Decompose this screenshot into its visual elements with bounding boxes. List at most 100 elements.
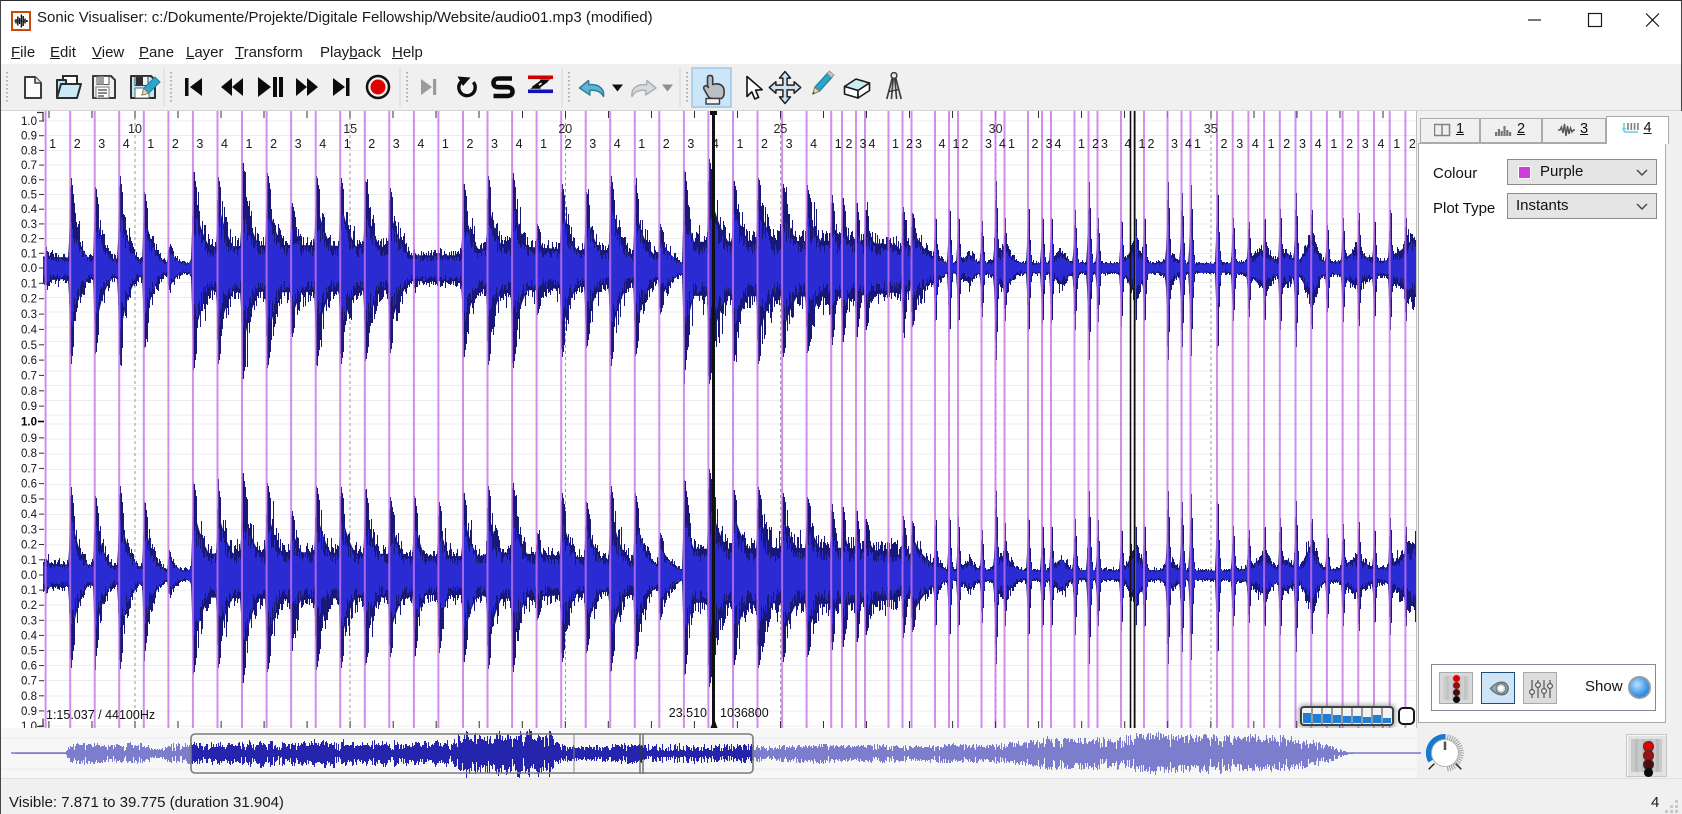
svg-text:2: 2 — [846, 137, 853, 151]
svg-text:1: 1 — [540, 137, 547, 151]
svg-text:0.6: 0.6 — [21, 355, 37, 367]
svg-text:0.0: 0.0 — [21, 263, 37, 275]
svg-text:1: 1 — [246, 137, 253, 151]
svg-text:3: 3 — [1101, 137, 1108, 151]
svg-text:2: 2 — [565, 137, 572, 151]
svg-text:1: 1 — [1268, 137, 1275, 151]
svg-text:4: 4 — [1055, 137, 1062, 151]
svg-text:0.1: 0.1 — [21, 248, 37, 260]
svg-text:3: 3 — [687, 137, 694, 151]
svg-text:3: 3 — [1299, 137, 1306, 151]
svg-text:1: 1 — [1078, 137, 1085, 151]
svg-text:2: 2 — [1283, 137, 1290, 151]
svg-text:0.4: 0.4 — [21, 630, 38, 642]
svg-text:3: 3 — [985, 137, 992, 151]
svg-text:3: 3 — [1362, 137, 1369, 151]
svg-text:0.2: 0.2 — [21, 540, 37, 552]
svg-text:3: 3 — [589, 137, 596, 151]
svg-text:3: 3 — [98, 137, 105, 151]
svg-text:4: 4 — [1315, 137, 1322, 151]
svg-text:3: 3 — [491, 137, 498, 151]
svg-text:0.2: 0.2 — [21, 294, 37, 306]
svg-text:0.2: 0.2 — [21, 600, 37, 612]
svg-text:2: 2 — [1092, 137, 1099, 151]
svg-text:0.6: 0.6 — [21, 479, 37, 491]
svg-text:2: 2 — [761, 137, 768, 151]
svg-text:2: 2 — [663, 137, 670, 151]
svg-text:23.510: 23.510 — [669, 706, 707, 720]
svg-text:0.9: 0.9 — [21, 433, 37, 445]
svg-text:0.2: 0.2 — [21, 234, 37, 246]
svg-text:4: 4 — [516, 137, 523, 151]
svg-text:0.4: 0.4 — [21, 509, 38, 521]
svg-text:1: 1 — [638, 137, 645, 151]
svg-text:0.6: 0.6 — [21, 661, 37, 673]
svg-text:1: 1 — [1008, 137, 1015, 151]
svg-text:0.4: 0.4 — [21, 204, 38, 216]
svg-text:3: 3 — [915, 137, 922, 151]
svg-text:0.9: 0.9 — [21, 401, 37, 413]
svg-text:1.0: 1.0 — [21, 116, 37, 128]
svg-text:0.9: 0.9 — [21, 706, 37, 718]
svg-text:0.4: 0.4 — [21, 324, 38, 336]
svg-text:0.5: 0.5 — [21, 646, 37, 658]
svg-text:35: 35 — [1204, 122, 1218, 136]
svg-text:2: 2 — [1221, 137, 1228, 151]
svg-text:0.9: 0.9 — [21, 131, 37, 143]
svg-text:4: 4 — [1185, 137, 1192, 151]
svg-text:4: 4 — [221, 137, 228, 151]
svg-text:1: 1 — [1139, 137, 1146, 151]
svg-text:0.5: 0.5 — [21, 340, 37, 352]
svg-text:2: 2 — [1148, 137, 1155, 151]
svg-text:4: 4 — [417, 137, 424, 151]
svg-text:1: 1 — [147, 137, 154, 151]
svg-text:2: 2 — [1409, 137, 1416, 151]
svg-text:25: 25 — [773, 122, 787, 136]
svg-text:1: 1 — [49, 137, 56, 151]
svg-text:3: 3 — [393, 137, 400, 151]
svg-text:1: 1 — [953, 137, 960, 151]
svg-text:30: 30 — [989, 122, 1003, 136]
svg-text:0.1: 0.1 — [21, 555, 37, 567]
svg-text:2: 2 — [74, 137, 81, 151]
svg-text:1.0: 1.0 — [21, 417, 37, 429]
svg-text:2: 2 — [368, 137, 375, 151]
svg-text:0.5: 0.5 — [21, 190, 37, 202]
svg-text:4: 4 — [1252, 137, 1259, 151]
svg-text:0.8: 0.8 — [21, 691, 37, 703]
svg-text:0.3: 0.3 — [21, 219, 37, 231]
svg-text:0.7: 0.7 — [21, 160, 37, 172]
svg-text:0.1: 0.1 — [21, 278, 37, 290]
svg-text:1: 1 — [442, 137, 449, 151]
svg-text:1: 1 — [1393, 137, 1400, 151]
svg-text:1:15.037 / 44100Hz: 1:15.037 / 44100Hz — [46, 708, 155, 722]
svg-text:3: 3 — [860, 137, 867, 151]
svg-text:0.7: 0.7 — [21, 370, 37, 382]
svg-text:1: 1 — [892, 137, 899, 151]
svg-text:4: 4 — [869, 137, 876, 151]
svg-text:4: 4 — [123, 137, 130, 151]
svg-text:2: 2 — [1346, 137, 1353, 151]
svg-text:10: 10 — [128, 122, 142, 136]
svg-text:3: 3 — [1046, 137, 1053, 151]
svg-text:0.7: 0.7 — [21, 676, 37, 688]
svg-text:15: 15 — [343, 122, 357, 136]
svg-text:2: 2 — [906, 137, 913, 151]
svg-text:0.6: 0.6 — [21, 175, 37, 187]
svg-text:1.0: 1.0 — [21, 721, 37, 728]
svg-text:0.3: 0.3 — [21, 524, 37, 536]
svg-text:0.7: 0.7 — [21, 463, 37, 475]
svg-text:1: 1 — [344, 137, 351, 151]
svg-text:4: 4 — [999, 137, 1006, 151]
svg-text:1: 1 — [737, 137, 744, 151]
svg-text:2: 2 — [270, 137, 277, 151]
svg-text:3: 3 — [1236, 137, 1243, 151]
svg-text:4: 4 — [1378, 137, 1385, 151]
svg-text:20: 20 — [558, 122, 572, 136]
svg-text:3: 3 — [786, 137, 793, 151]
svg-text:4: 4 — [319, 137, 326, 151]
svg-text:0.8: 0.8 — [21, 448, 37, 460]
svg-text:0.8: 0.8 — [21, 145, 37, 157]
svg-text:3: 3 — [1171, 137, 1178, 151]
svg-text:1: 1 — [1330, 137, 1337, 151]
